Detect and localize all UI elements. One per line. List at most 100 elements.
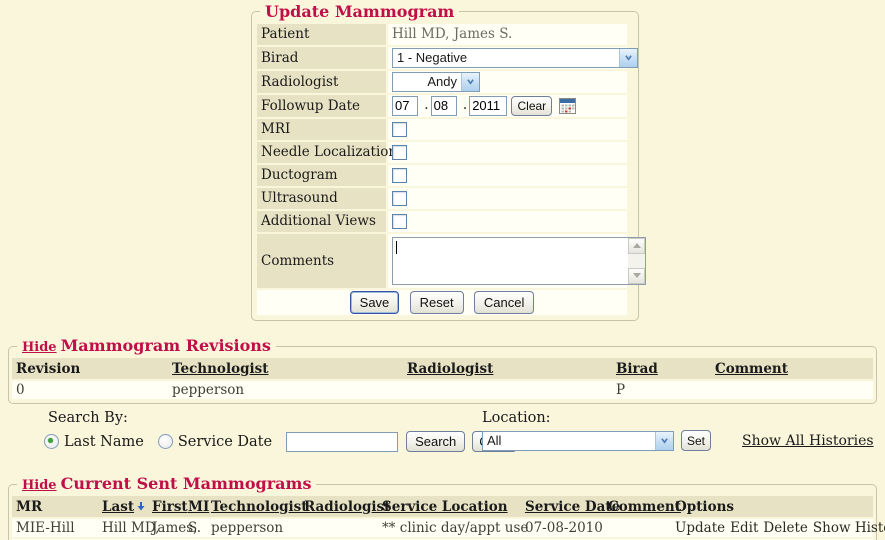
first-cell: James,: [148, 519, 184, 537]
last-cell: Hill MD,: [98, 519, 148, 537]
patient-row: Patient Hill MD, James S.: [257, 24, 627, 45]
update-link[interactable]: Update: [675, 520, 725, 536]
search-button[interactable]: Search: [406, 431, 465, 452]
reset-button[interactable]: Reset: [410, 291, 464, 314]
sent-header-row: MR Last First MI Technologist Radiologis…: [12, 496, 873, 517]
service-date-cell: 07-08-2010: [521, 519, 604, 537]
patient-value: Hill MD, James S.: [388, 24, 627, 45]
radiologist-row: Radiologist Andy: [257, 71, 627, 93]
mammogram-page: Update Mammogram Patient Hill MD, James …: [0, 0, 885, 540]
search-input[interactable]: [286, 432, 398, 452]
search-band: Search By: Last Name Service Date Search…: [0, 407, 885, 465]
ultrasound-row: Ultrasound: [257, 188, 627, 209]
mammogram-revisions-title: Mammogram Revisions: [61, 336, 271, 355]
cancel-button[interactable]: Cancel: [474, 291, 534, 314]
mr-cell: MIE-Hill: [12, 519, 98, 537]
service-date-radio[interactable]: [158, 434, 173, 449]
hide-sent-link[interactable]: Hide: [22, 478, 57, 493]
date-separator: .: [463, 97, 467, 113]
radiologist-label: Radiologist: [257, 71, 386, 93]
mammogram-revisions-legend: Hide Mammogram Revisions: [17, 337, 276, 355]
hide-revisions-link[interactable]: Hide: [22, 340, 57, 355]
text-caret: [396, 241, 397, 254]
followup-date-label: Followup Date: [257, 95, 386, 117]
update-mammogram-panel: Update Mammogram Patient Hill MD, James …: [251, 3, 639, 321]
last-name-radio[interactable]: [44, 434, 59, 449]
ultrasound-label: Ultrasound: [257, 188, 386, 209]
location-select[interactable]: All: [482, 431, 674, 451]
birad-label: Birad: [257, 47, 386, 69]
textarea-scrollbar[interactable]: [628, 238, 645, 284]
location-selected-value: All: [483, 433, 655, 448]
scroll-up-icon[interactable]: [628, 238, 645, 254]
revisions-row: 0 pepperson P: [12, 381, 873, 399]
followup-month-input[interactable]: [392, 96, 418, 116]
mammogram-revisions-panel: Hide Mammogram Revisions Revision Technol…: [8, 337, 877, 404]
chevron-down-icon: [619, 49, 637, 67]
followup-day-input[interactable]: [431, 96, 457, 116]
mri-row: MRI: [257, 119, 627, 140]
show-history-link[interactable]: Show History: [813, 520, 885, 536]
search-by-group: Search By: Last Name Service Date Search…: [44, 410, 517, 452]
service-location-cell: ** clinic day/appt use: [378, 519, 521, 537]
additional-views-checkbox[interactable]: [392, 214, 407, 229]
ultrasound-checkbox[interactable]: [392, 191, 407, 206]
ductogram-checkbox[interactable]: [392, 168, 407, 183]
sent-row: MIE-Hill Hill MD, James, S. pepperson **…: [12, 519, 873, 537]
update-mammogram-title: Update Mammogram: [260, 3, 459, 21]
form-buttons-row: Save Reset Cancel: [257, 290, 627, 315]
birad-cell: P: [612, 381, 711, 399]
technologist-cell: pepperson: [168, 381, 403, 399]
radiologist-column-header[interactable]: Radiologist: [300, 496, 378, 517]
comments-row: Comments: [257, 234, 627, 288]
mi-column-header[interactable]: MI: [184, 496, 207, 517]
mri-checkbox[interactable]: [392, 122, 407, 137]
patient-label: Patient: [257, 24, 386, 45]
comments-label: Comments: [257, 234, 386, 288]
current-sent-legend: Hide Current Sent Mammograms: [17, 475, 316, 493]
search-by-label: Search By:: [48, 410, 517, 426]
edit-link[interactable]: Edit: [730, 520, 758, 536]
ductogram-row: Ductogram: [257, 165, 627, 186]
followup-year-input[interactable]: [469, 96, 507, 116]
save-button[interactable]: Save: [350, 291, 400, 314]
technologist-column-header[interactable]: Technologist: [168, 358, 403, 379]
comment-column-header[interactable]: Comment: [711, 358, 873, 379]
ductogram-label: Ductogram: [257, 165, 386, 186]
service-location-column-header[interactable]: Service Location: [378, 496, 521, 517]
service-date-column-header[interactable]: Service Date: [521, 496, 604, 517]
revision-column-header: Revision: [12, 358, 168, 379]
technologist-column-header[interactable]: Technologist: [207, 496, 300, 517]
clear-date-button[interactable]: Clear: [511, 96, 552, 116]
comment-column-header[interactable]: Comment: [604, 496, 671, 517]
scroll-down-icon[interactable]: [628, 268, 645, 284]
sent-mammograms-table: MR Last First MI Technologist Radiologis…: [12, 494, 873, 540]
mri-label: MRI: [257, 119, 386, 140]
comment-cell: [711, 381, 873, 399]
update-mammogram-form: Patient Hill MD, James S. Birad 1 - Nega…: [255, 22, 629, 317]
comments-textarea[interactable]: [392, 237, 646, 285]
additional-views-row: Additional Views: [257, 211, 627, 232]
additional-views-label: Additional Views: [257, 211, 386, 232]
birad-select[interactable]: 1 - Negative: [392, 48, 638, 68]
first-column-header[interactable]: First: [148, 496, 184, 517]
needle-localization-checkbox[interactable]: [392, 145, 407, 160]
comment-cell: [604, 519, 671, 537]
needle-localization-row: Needle Localization: [257, 142, 627, 163]
date-separator: .: [424, 97, 428, 113]
set-location-button[interactable]: Set: [681, 430, 711, 451]
birad-column-header[interactable]: Birad: [612, 358, 711, 379]
followup-date-row: Followup Date . . Clear: [257, 95, 627, 117]
delete-link[interactable]: Delete: [763, 520, 808, 536]
birad-selected-value: 1 - Negative: [393, 50, 619, 65]
last-column-header[interactable]: Last: [98, 496, 148, 517]
revisions-header-row: Revision Technologist Radiologist Birad …: [12, 358, 873, 379]
service-date-radio-label: Service Date: [178, 434, 272, 450]
current-sent-title: Current Sent Mammograms: [61, 474, 312, 493]
current-sent-mammograms-panel: Hide Current Sent Mammograms MR Last Firs…: [8, 475, 877, 540]
options-column-header: Options: [671, 496, 873, 517]
radiologist-column-header[interactable]: Radiologist: [403, 358, 612, 379]
radiologist-select[interactable]: Andy: [392, 72, 480, 92]
show-all-histories-link[interactable]: Show All Histories: [742, 433, 874, 449]
calendar-icon[interactable]: [559, 98, 576, 114]
